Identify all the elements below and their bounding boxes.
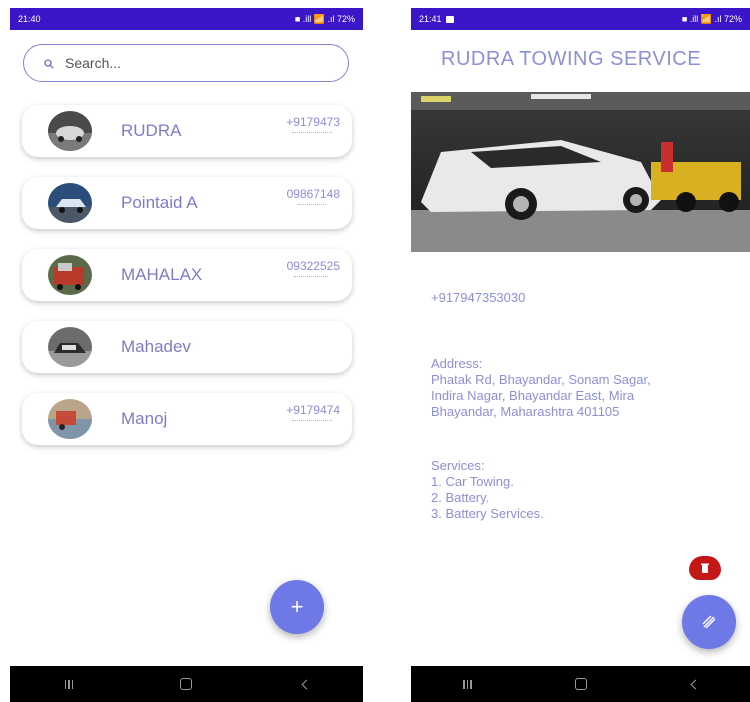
contact-card-rudra[interactable]: RUDRA +9179473 — [22, 105, 352, 157]
back-icon — [690, 679, 701, 689]
services-section: Services: 1. Car Towing. 2. Battery. 3. … — [431, 458, 544, 522]
back-button[interactable] — [664, 666, 724, 702]
detail-screen: 21:41 ■ .ill 📶 .ıl 72% RUDRA TOWING SERV… — [411, 8, 750, 702]
status-indicators: ■ .ill 📶 .ıl 72% — [681, 13, 742, 24]
plus-icon: + — [290, 594, 304, 619]
phone-underline — [294, 276, 328, 277]
gallery-icon — [445, 15, 454, 23]
contact-card-pointaid[interactable]: Pointaid A 09867148 — [22, 177, 352, 229]
avatar — [48, 111, 92, 151]
service-item: 3. Battery Services. — [431, 506, 544, 521]
status-time: 21:40 — [18, 14, 41, 24]
service-phone[interactable]: +917947353030 — [431, 290, 525, 305]
status-bar: 21:40 ■ .ill 📶 .ıl 72% — [10, 8, 363, 30]
search-bar[interactable] — [23, 44, 349, 82]
status-time: 21:41 — [419, 14, 442, 24]
service-item: 1. Car Towing. — [431, 474, 514, 489]
contact-phone: 09322525 — [286, 259, 340, 273]
recent-apps-icon — [463, 679, 472, 689]
recent-apps-button[interactable] — [438, 666, 498, 702]
contact-card-mahadev[interactable]: Mahadev — [22, 321, 352, 373]
delete-button[interactable] — [689, 556, 721, 580]
contact-name: Mahadev — [121, 337, 191, 356]
contacts-screen: 21:40 ■ .ill 📶 .ıl 72% RUDRA +9179473 Po… — [10, 8, 363, 702]
address-section: Address: Phatak Rd, Bhayandar, Sonam Sag… — [431, 356, 651, 420]
status-bar: 21:41 ■ .ill 📶 .ıl 72% — [411, 8, 750, 30]
pencil-icon — [702, 615, 716, 629]
status-indicators: ■ .ill 📶 .ıl 72% — [294, 13, 355, 24]
contact-name: Manoj — [121, 409, 168, 428]
home-icon — [180, 678, 193, 690]
navigation-bar — [10, 666, 363, 702]
contact-name: RUDRA — [121, 121, 182, 140]
edit-button[interactable] — [682, 595, 736, 649]
recent-apps-icon — [64, 679, 74, 689]
address-line: Indira Nagar, Bhayandar East, Mira — [431, 388, 635, 403]
home-icon — [574, 678, 587, 690]
address-line: Bhayandar, Maharashtra 401105 — [431, 404, 620, 419]
search-input[interactable] — [65, 55, 285, 71]
avatar — [48, 327, 92, 367]
home-button[interactable] — [551, 666, 611, 702]
search-icon — [44, 58, 54, 69]
home-button[interactable] — [156, 666, 216, 702]
trash-icon — [701, 563, 709, 573]
contact-phone: +9179474 — [286, 403, 340, 417]
services-label: Services: — [431, 458, 485, 473]
contact-card-manoj[interactable]: Manoj +9179474 — [22, 393, 352, 445]
avatar — [48, 183, 92, 223]
recent-apps-button[interactable] — [39, 666, 99, 702]
service-item: 2. Battery. — [431, 490, 490, 505]
add-contact-button[interactable]: + — [270, 580, 324, 634]
contact-name: Pointaid A — [121, 193, 198, 212]
phone-underline — [292, 132, 332, 133]
service-photo — [411, 92, 750, 252]
phone-underline — [292, 420, 332, 421]
contact-phone: 09867148 — [286, 187, 340, 201]
back-icon — [301, 679, 312, 689]
contact-card-mahalax[interactable]: MAHALAX 09322525 — [22, 249, 352, 301]
back-button[interactable] — [274, 666, 334, 702]
address-label: Address: — [431, 356, 483, 371]
avatar — [48, 399, 92, 439]
phone-underline — [298, 204, 326, 205]
avatar — [48, 255, 92, 295]
contact-name: MAHALAX — [121, 265, 203, 284]
contact-phone: +9179473 — [286, 115, 340, 129]
page-title: RUDRA TOWING SERVICE — [441, 48, 702, 70]
navigation-bar — [411, 666, 750, 702]
address-line: Phatak Rd, Bhayandar, Sonam Sagar, — [431, 372, 651, 387]
